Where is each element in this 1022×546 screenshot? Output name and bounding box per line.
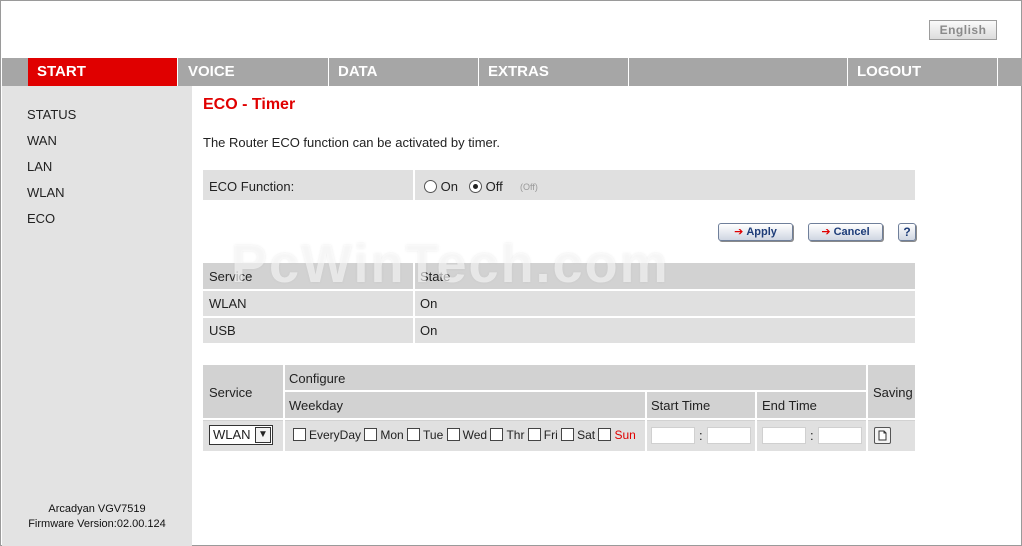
chevron-down-icon[interactable]: ▼ xyxy=(255,427,271,443)
sidebar-item-wlan[interactable]: WLAN xyxy=(27,185,65,200)
checkbox-tue[interactable] xyxy=(407,428,421,441)
firmware-version: Firmware Version:02.00.124 xyxy=(28,518,166,530)
checkbox-thr[interactable] xyxy=(490,428,504,441)
timer-header-weekday: Weekday xyxy=(289,398,343,413)
checkbox-sat[interactable] xyxy=(561,428,575,441)
table-row xyxy=(203,291,915,316)
end-hour-input[interactable] xyxy=(762,427,806,444)
day-label: Tue xyxy=(423,428,444,442)
state-service-wlan: WLAN xyxy=(209,296,247,311)
start-minute-input[interactable] xyxy=(707,427,751,444)
page-description: The Router ECO function can be activated… xyxy=(203,135,500,150)
main-nav: START VOICE DATA EXTRAS LOGOUT xyxy=(2,58,1022,86)
sidebar-item-eco[interactable]: ECO xyxy=(27,211,55,226)
save-icon[interactable] xyxy=(874,427,891,444)
eco-status-hint: (Off) xyxy=(520,182,538,192)
divider xyxy=(413,170,415,200)
divider xyxy=(413,263,415,343)
checkbox-mon[interactable] xyxy=(364,428,378,441)
divider xyxy=(866,365,868,451)
divider xyxy=(285,390,866,392)
end-minute-input[interactable] xyxy=(818,427,862,444)
eco-off-option[interactable]: Off xyxy=(469,179,503,194)
day-label: Fri xyxy=(543,428,558,442)
sidebar-item-lan[interactable]: LAN xyxy=(27,159,52,174)
state-value-wlan: On xyxy=(420,296,438,311)
divider xyxy=(283,365,285,451)
day-label: Wed xyxy=(462,428,488,442)
eco-off-label: Off xyxy=(485,179,503,194)
help-button[interactable]: ? xyxy=(898,223,916,241)
sidebar-item-wan[interactable]: WAN xyxy=(27,133,57,148)
service-select-value: WLAN xyxy=(213,427,251,442)
eco-function-label: ECO Function: xyxy=(209,179,295,194)
timer-header-configure: Configure xyxy=(289,371,346,386)
cancel-label: Cancel xyxy=(833,226,870,238)
arrow-right-icon: ➔ xyxy=(821,226,831,238)
checkbox-sun[interactable] xyxy=(598,428,612,441)
day-label: EveryDay xyxy=(309,428,362,442)
eco-function-row xyxy=(203,170,915,200)
arrow-right-icon: ➔ xyxy=(734,226,744,238)
day-label: Mon xyxy=(380,428,404,442)
nav-voice[interactable]: VOICE xyxy=(179,58,329,86)
checkbox-everyday[interactable] xyxy=(293,428,306,441)
page-title: ECO - Timer xyxy=(203,96,296,113)
nav-empty xyxy=(629,58,848,86)
state-service-usb: USB xyxy=(209,323,236,338)
sidebar: STATUS WAN LAN WLAN ECO Arcadyan VGV7519… xyxy=(2,86,192,546)
eco-on-radio[interactable] xyxy=(424,180,437,193)
nav-extras[interactable]: EXTRAS xyxy=(479,58,629,86)
language-button[interactable]: English xyxy=(929,20,997,40)
state-header-service: Service xyxy=(209,269,253,284)
divider xyxy=(645,392,647,451)
sidebar-item-status[interactable]: STATUS xyxy=(27,107,76,122)
apply-button[interactable]: ➔ Apply xyxy=(718,223,793,241)
timer-header-end: End Time xyxy=(762,398,817,413)
day-label-sun: Sun xyxy=(614,428,636,442)
divider xyxy=(755,392,757,451)
timer-header-start: Start Time xyxy=(651,398,711,413)
day-label: Thr xyxy=(506,428,525,442)
device-model: Arcadyan VGV7519 xyxy=(48,503,146,515)
state-value-usb: On xyxy=(420,323,438,338)
day-label: Sat xyxy=(577,428,596,442)
weekday-checkboxes: EveryDay Mon Tue Wed Thr Fri Sat Sun xyxy=(293,428,636,442)
eco-on-option[interactable]: On xyxy=(424,179,458,194)
divider xyxy=(203,418,915,420)
checkbox-fri[interactable] xyxy=(527,428,541,441)
nav-start[interactable]: START xyxy=(28,58,178,86)
time-separator: : xyxy=(810,428,814,443)
start-hour-input[interactable] xyxy=(651,427,695,444)
table-row xyxy=(203,318,915,343)
timer-header-saving: Saving xyxy=(873,385,913,400)
service-select[interactable]: WLAN ▼ xyxy=(209,425,273,445)
nav-data[interactable]: DATA xyxy=(329,58,479,86)
state-header-state: State xyxy=(420,269,451,284)
time-separator: : xyxy=(699,428,703,443)
cancel-button[interactable]: ➔ Cancel xyxy=(808,223,883,241)
eco-off-radio[interactable] xyxy=(469,180,482,193)
state-table-header xyxy=(203,263,915,289)
eco-on-label: On xyxy=(440,179,458,194)
timer-header-service: Service xyxy=(209,385,253,400)
apply-label: Apply xyxy=(746,226,777,238)
checkbox-wed[interactable] xyxy=(446,428,460,441)
router-page: English START VOICE DATA EXTRAS LOGOUT S… xyxy=(0,0,1022,546)
nav-logout[interactable]: LOGOUT xyxy=(848,58,998,86)
